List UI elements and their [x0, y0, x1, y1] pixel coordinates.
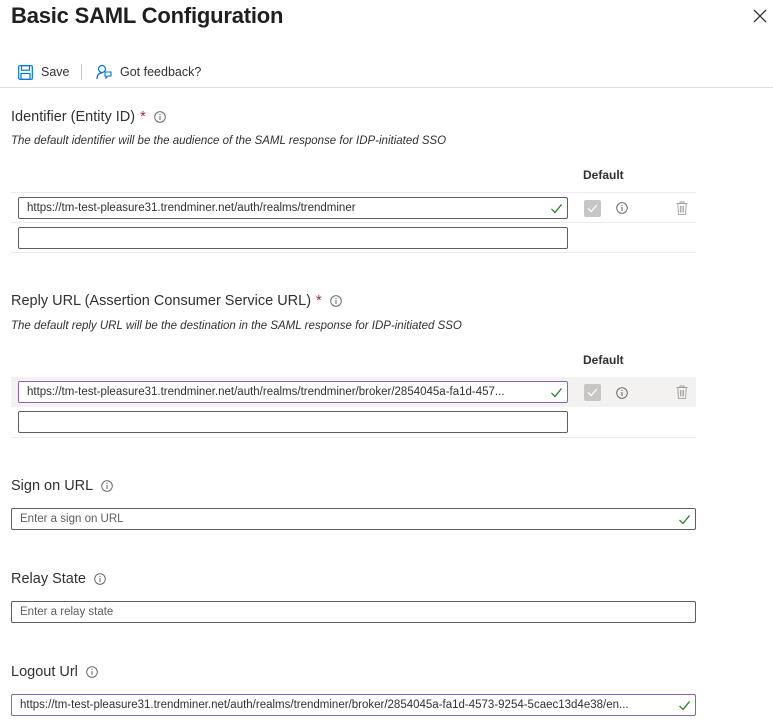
- checkmark-icon: [587, 204, 598, 213]
- checkmark-icon: [587, 388, 598, 397]
- info-icon[interactable]: [329, 295, 342, 307]
- reply-url-label: Reply URL (Assertion Consumer Service UR…: [11, 293, 312, 309]
- reply-url-section-title: Reply URL (Assertion Consumer Service UR…: [11, 293, 342, 309]
- close-icon[interactable]: [750, 6, 770, 26]
- sign-on-url-section-title: Sign on URL: [11, 478, 113, 494]
- default-checkbox[interactable]: [584, 384, 601, 401]
- info-icon[interactable]: [616, 387, 628, 399]
- reply-url-input-1[interactable]: https://tm-test-pleasure31.trendminer.ne…: [18, 381, 568, 403]
- sign-on-url-label: Sign on URL: [11, 478, 94, 494]
- delete-icon[interactable]: [676, 385, 688, 399]
- row-divider: [11, 252, 696, 253]
- required-marker: *: [140, 109, 146, 125]
- logout-url-label: Logout Url: [11, 664, 78, 680]
- row-divider: [11, 222, 696, 223]
- info-icon[interactable]: [616, 202, 628, 214]
- feedback-button[interactable]: Got feedback?: [96, 61, 201, 83]
- identifier-section-title: Identifier (Entity ID) *: [11, 109, 166, 125]
- command-bar: Save Got feedback?: [0, 56, 773, 88]
- valid-check-icon: [679, 515, 690, 525]
- required-marker: *: [316, 293, 322, 309]
- feedback-icon: [96, 64, 112, 80]
- feedback-label: Got feedback?: [120, 65, 202, 79]
- default-column-header: Default: [583, 168, 624, 182]
- info-icon[interactable]: [153, 111, 166, 123]
- save-button[interactable]: Save: [18, 61, 70, 83]
- relay-state-input[interactable]: Enter a relay state: [11, 601, 696, 623]
- save-label: Save: [41, 65, 70, 79]
- identifier-input-2[interactable]: [18, 227, 568, 249]
- toolbar-divider: [81, 64, 82, 80]
- valid-check-icon: [679, 701, 690, 711]
- reply-url-input-2[interactable]: [18, 411, 568, 433]
- panel-title: Basic SAML Configuration: [11, 3, 284, 28]
- delete-icon[interactable]: [676, 201, 688, 215]
- identifier-label: Identifier (Entity ID): [11, 109, 136, 125]
- default-column-header: Default: [583, 353, 624, 367]
- valid-check-icon: [551, 388, 562, 398]
- relay-state-label: Relay State: [11, 571, 86, 587]
- info-icon[interactable]: [94, 573, 106, 585]
- sign-on-url-input[interactable]: Enter a sign on URL: [11, 508, 696, 530]
- default-checkbox[interactable]: [584, 200, 601, 217]
- logout-url-input[interactable]: https://tm-test-pleasure31.trendminer.ne…: [11, 694, 696, 716]
- relay-state-section-title: Relay State: [11, 571, 106, 587]
- save-icon: [18, 64, 33, 80]
- info-icon[interactable]: [86, 666, 98, 678]
- row-divider: [11, 192, 696, 193]
- info-icon[interactable]: [101, 480, 113, 492]
- identifier-input-1[interactable]: https://tm-test-pleasure31.trendminer.ne…: [18, 197, 568, 219]
- valid-check-icon: [551, 204, 562, 214]
- row-divider: [11, 437, 696, 438]
- identifier-description: The default identifier will be the audie…: [11, 135, 447, 147]
- logout-url-section-title: Logout Url: [11, 664, 98, 680]
- reply-url-description: The default reply URL will be the destin…: [11, 320, 462, 332]
